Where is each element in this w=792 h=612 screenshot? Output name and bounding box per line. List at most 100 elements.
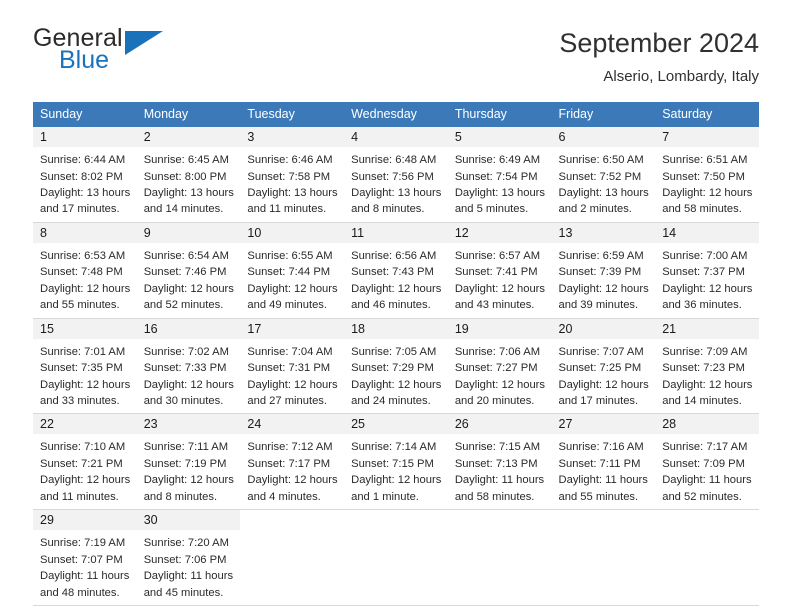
sunset-text: Sunset: 7:58 PM xyxy=(247,170,331,183)
weekday-header-wednesday: Wednesday xyxy=(344,102,448,128)
day-number: 30 xyxy=(136,510,241,531)
calendar-week-row: 8 Sunrise: 6:53 AM Sunset: 7:48 PM Daylight… xyxy=(33,222,759,319)
day-number: 27 xyxy=(551,414,656,435)
calendar-day-cell[interactable]: 16 Sunrise: 7:02 AM Sunset: 7:33 PM Dayligh… xyxy=(136,318,241,414)
daylight-text: Daylight: 12 hours and 43 minutes. xyxy=(454,282,545,312)
daylight-text: Daylight: 12 hours and 20 minutes. xyxy=(454,378,545,408)
sunrise-text: Sunrise: 7:12 AM xyxy=(247,441,333,454)
sunset-text: Sunset: 7:56 PM xyxy=(351,170,434,183)
day-number: 12 xyxy=(447,222,552,243)
sunset-text: Sunset: 7:11 PM xyxy=(558,457,641,470)
calendar-day-cell[interactable]: 13 Sunrise: 6:59 AM Sunset: 7:39 PM Dayligh… xyxy=(551,222,656,319)
calendar-day-cell[interactable]: 19 Sunrise: 7:06 AM Sunset: 7:27 PM Dayligh… xyxy=(447,318,552,414)
day-number: 3 xyxy=(240,127,345,148)
calendar-day-cell[interactable]: 15 Sunrise: 7:01 AM Sunset: 7:35 PM Dayligh… xyxy=(33,318,137,414)
sunset-text: Sunset: 7:54 PM xyxy=(454,170,538,183)
day-details: Sunrise: 6:49 AM Sunset: 7:54 PM Daylight:… xyxy=(448,147,552,222)
day-number: 25 xyxy=(344,414,448,435)
calendar-day-cell[interactable]: 1 Sunrise: 6:44 AM Sunset: 8:02 PM Daylight… xyxy=(33,127,137,223)
day-number: 18 xyxy=(344,318,448,339)
calendar-day-cell[interactable]: 24 Sunrise: 7:12 AM Sunset: 7:17 PM Dayligh… xyxy=(240,413,345,510)
day-number: 7 xyxy=(655,127,759,148)
daylight-text: Daylight: 12 hours and 24 minutes. xyxy=(351,378,442,408)
sunset-text: Sunset: 7:46 PM xyxy=(143,266,227,279)
sunrise-text: Sunrise: 7:04 AM xyxy=(247,345,333,358)
day-number: 10 xyxy=(240,222,345,243)
calendar-day-cell[interactable]: 10 Sunrise: 6:55 AM Sunset: 7:44 PM Dayligh… xyxy=(240,222,345,319)
calendar-day-cell[interactable]: 18 Sunrise: 7:05 AM Sunset: 7:29 PM Dayligh… xyxy=(344,318,448,414)
day-details: Sunrise: 7:12 AM Sunset: 7:17 PM Daylight:… xyxy=(240,434,344,509)
day-details: Sunrise: 7:02 AM Sunset: 7:33 PM Daylight:… xyxy=(137,339,241,414)
day-details: Sunrise: 6:57 AM Sunset: 7:41 PM Daylight:… xyxy=(448,243,552,318)
day-number: 13 xyxy=(551,222,656,243)
daylight-text: Daylight: 13 hours and 11 minutes. xyxy=(247,186,338,216)
calendar-day-cell[interactable]: 14 Sunrise: 7:00 AM Sunset: 7:37 PM Dayligh… xyxy=(655,222,759,319)
daylight-text: Daylight: 12 hours and 17 minutes. xyxy=(558,378,649,408)
calendar-day-cell[interactable]: 27 Sunrise: 7:16 AM Sunset: 7:11 PM Dayligh… xyxy=(551,413,656,510)
triangle-icon xyxy=(125,31,163,55)
calendar-day-cell[interactable]: 3 Sunrise: 6:46 AM Sunset: 7:58 PM Daylight… xyxy=(240,127,345,223)
day-number-placeholder xyxy=(447,510,552,531)
day-number: 4 xyxy=(344,127,448,148)
calendar-day-cell[interactable]: 20 Sunrise: 7:07 AM Sunset: 7:25 PM Dayligh… xyxy=(551,318,656,414)
weekday-header-row: Sunday Monday Tuesday Wednesday Thursday… xyxy=(33,102,759,128)
calendar-day-cell[interactable]: 26 Sunrise: 7:15 AM Sunset: 7:13 PM Dayligh… xyxy=(447,413,552,510)
sunrise-text: Sunrise: 7:16 AM xyxy=(558,441,644,454)
calendar-day-cell[interactable]: 9 Sunrise: 6:54 AM Sunset: 7:46 PM Daylight… xyxy=(136,222,241,319)
daylight-text: Daylight: 13 hours and 17 minutes. xyxy=(40,186,131,216)
calendar-day-cell[interactable]: 30 Sunrise: 7:20 AM Sunset: 7:06 PM Dayligh… xyxy=(136,509,241,606)
sunrise-text: Sunrise: 7:06 AM xyxy=(454,345,541,358)
day-details: Sunrise: 6:59 AM Sunset: 7:39 PM Daylight:… xyxy=(552,243,656,318)
day-number: 28 xyxy=(655,414,759,435)
calendar-page: General Blue September 2024 Alserio, Lom… xyxy=(0,0,792,612)
day-number: 9 xyxy=(136,222,241,243)
daylight-text: Daylight: 12 hours and 52 minutes. xyxy=(143,282,234,312)
calendar-day-cell[interactable]: 28 Sunrise: 7:17 AM Sunset: 7:09 PM Dayligh… xyxy=(655,413,759,510)
calendar-day-cell[interactable]: 25 Sunrise: 7:14 AM Sunset: 7:15 PM Dayligh… xyxy=(344,413,448,510)
calendar-day-cell[interactable]: 2 Sunrise: 6:45 AM Sunset: 8:00 PM Daylight… xyxy=(136,127,241,223)
sunset-text: Sunset: 7:06 PM xyxy=(143,553,227,566)
day-number: 19 xyxy=(447,318,552,339)
day-details: Sunrise: 7:17 AM Sunset: 7:09 PM Daylight:… xyxy=(655,434,759,509)
calendar-day-cell[interactable]: 12 Sunrise: 6:57 AM Sunset: 7:41 PM Dayligh… xyxy=(447,222,552,319)
calendar-grid: Sunday Monday Tuesday Wednesday Thursday… xyxy=(33,102,759,606)
calendar-day-cell[interactable]: 8 Sunrise: 6:53 AM Sunset: 7:48 PM Daylight… xyxy=(33,222,137,319)
daylight-text: Daylight: 12 hours and 55 minutes. xyxy=(40,282,131,312)
sunset-text: Sunset: 7:07 PM xyxy=(40,553,123,566)
calendar-day-cell[interactable]: 29 Sunrise: 7:19 AM Sunset: 7:07 PM Dayligh… xyxy=(33,509,137,606)
day-details: Sunrise: 6:56 AM Sunset: 7:43 PM Daylight:… xyxy=(344,243,448,318)
sunrise-text: Sunrise: 6:51 AM xyxy=(662,154,748,167)
calendar-day-cell[interactable]: 6 Sunrise: 6:50 AM Sunset: 7:52 PM Daylight… xyxy=(551,127,656,223)
day-details: Sunrise: 7:05 AM Sunset: 7:29 PM Daylight:… xyxy=(344,339,448,414)
sunrise-text: Sunrise: 7:17 AM xyxy=(662,441,748,454)
calendar-day-cell[interactable]: 4 Sunrise: 6:48 AM Sunset: 7:56 PM Daylight… xyxy=(344,127,448,223)
calendar-day-cell[interactable]: 17 Sunrise: 7:04 AM Sunset: 7:31 PM Dayligh… xyxy=(240,318,345,414)
sunrise-text: Sunrise: 7:15 AM xyxy=(454,441,541,454)
sunset-text: Sunset: 7:50 PM xyxy=(662,170,745,183)
daylight-text: Daylight: 12 hours and 39 minutes. xyxy=(558,282,649,312)
calendar-cell-empty xyxy=(551,509,656,606)
daylight-text: Daylight: 13 hours and 8 minutes. xyxy=(351,186,442,216)
sunrise-text: Sunrise: 6:53 AM xyxy=(40,249,126,262)
sunset-text: Sunset: 8:00 PM xyxy=(143,170,227,183)
sunrise-text: Sunrise: 7:19 AM xyxy=(40,537,126,550)
weekday-header-monday: Monday xyxy=(136,102,241,128)
calendar-day-cell[interactable]: 5 Sunrise: 6:49 AM Sunset: 7:54 PM Daylight… xyxy=(447,127,552,223)
day-number: 16 xyxy=(136,318,241,339)
brand-logo[interactable]: General Blue xyxy=(33,26,183,84)
calendar-week-row: 1 Sunrise: 6:44 AM Sunset: 8:02 PM Daylight… xyxy=(33,127,759,223)
weekday-header-saturday: Saturday xyxy=(655,102,759,128)
calendar-day-cell[interactable]: 23 Sunrise: 7:11 AM Sunset: 7:19 PM Dayligh… xyxy=(136,413,241,510)
sunset-text: Sunset: 7:09 PM xyxy=(662,457,745,470)
daylight-text: Daylight: 12 hours and 33 minutes. xyxy=(40,378,131,408)
weekday-header-thursday: Thursday xyxy=(447,102,552,128)
sunset-text: Sunset: 7:44 PM xyxy=(247,266,331,279)
daylight-text: Daylight: 11 hours and 55 minutes. xyxy=(558,474,648,503)
sunset-text: Sunset: 7:29 PM xyxy=(351,362,434,375)
day-number: 20 xyxy=(551,318,656,339)
calendar-day-cell[interactable]: 22 Sunrise: 7:10 AM Sunset: 7:21 PM Dayligh… xyxy=(33,413,137,510)
calendar-day-cell[interactable]: 21 Sunrise: 7:09 AM Sunset: 7:23 PM Dayligh… xyxy=(655,318,759,414)
sunset-text: Sunset: 7:31 PM xyxy=(247,362,331,375)
calendar-day-cell[interactable]: 7 Sunrise: 6:51 AM Sunset: 7:50 PM Daylight… xyxy=(655,127,759,223)
calendar-day-cell[interactable]: 11 Sunrise: 6:56 AM Sunset: 7:43 PM Dayligh… xyxy=(344,222,448,319)
